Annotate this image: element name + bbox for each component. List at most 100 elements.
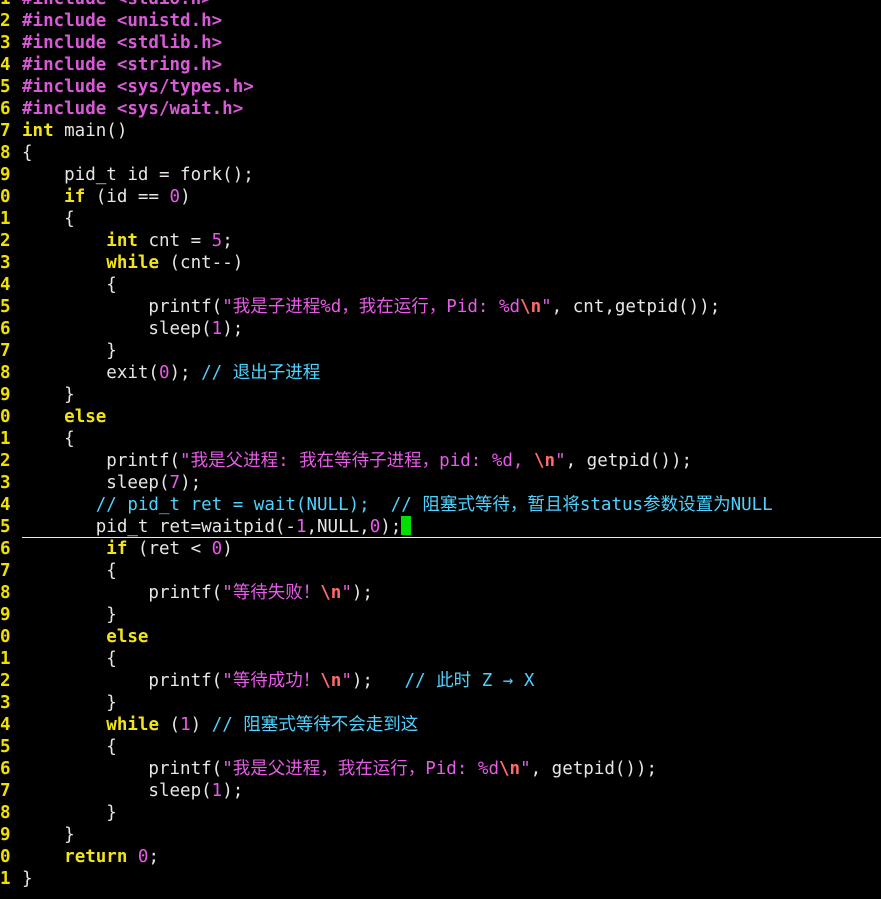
code-line[interactable]: 9 } — [0, 824, 881, 846]
line-number: 5 — [0, 77, 11, 97]
code-content: } — [22, 824, 75, 846]
code-line[interactable]: 6 #include <sys/wait.h> — [0, 98, 881, 120]
code-line[interactable]: 0 else — [0, 406, 881, 428]
code-content: } — [22, 340, 117, 362]
code-line[interactable]: 3 #include <stdlib.h> — [0, 32, 881, 54]
code-line[interactable]: 1 { — [0, 648, 881, 670]
preprocessor-directive: #include <stdlib.h> — [22, 33, 223, 53]
code-text: , getpid()); — [565, 451, 693, 471]
code-content: } — [22, 384, 75, 406]
code-line[interactable]: 1} — [0, 868, 881, 890]
line-number: 0 — [0, 847, 11, 867]
line-number: 7 — [0, 341, 11, 361]
code-line[interactable]: 8 } — [0, 802, 881, 824]
code-line[interactable]: 6 printf("我是父进程，我在运行，Pid: %d\n", getpid(… — [0, 758, 881, 780]
code-line[interactable]: 8{ — [0, 142, 881, 164]
code-line[interactable]: 3 sleep(7); — [0, 472, 881, 494]
code-line[interactable]: 4 // pid_t ret = wait(NULL); // 阻塞式等待，暂且… — [0, 494, 881, 516]
code-line[interactable]: 4 { — [0, 274, 881, 296]
code-line[interactable]: 7 } — [0, 340, 881, 362]
code-content: } — [22, 868, 33, 890]
code-text: ); — [180, 473, 202, 493]
code-line[interactable]: 5 #include <sys/types.h> — [0, 76, 881, 98]
code-text: printf( — [22, 451, 181, 471]
line-number: 4 — [0, 55, 11, 75]
code-text: { — [22, 143, 33, 163]
code-line[interactable]: 0 else — [0, 626, 881, 648]
code-content: sleep(7); — [22, 472, 201, 494]
line-number: 1 — [0, 429, 11, 449]
code-line[interactable]: 8 printf("等待失败！\n"); — [0, 582, 881, 604]
code-text: ); — [351, 671, 405, 691]
code-line[interactable]: 9 } — [0, 604, 881, 626]
keyword: if — [106, 539, 128, 559]
code-line[interactable]: 9 pid_t id = fork(); — [0, 164, 881, 186]
line-number: 9 — [0, 385, 11, 405]
line-number: 8 — [0, 583, 11, 603]
code-text: ) — [190, 715, 212, 735]
code-line[interactable]: 8 exit(0); // 退出子进程 — [0, 362, 881, 384]
line-number: 0 — [0, 407, 11, 427]
keyword: else — [64, 407, 107, 427]
escape-sequence: \n — [320, 671, 342, 691]
code-line[interactable]: 7 sleep(1); — [0, 780, 881, 802]
preprocessor-directive: #include <unistd.h> — [22, 11, 223, 31]
line-number: 0 — [0, 627, 11, 647]
line-number: 3 — [0, 253, 11, 273]
number-literal: 1 — [211, 781, 223, 801]
code-content: { — [22, 560, 117, 582]
code-line[interactable]: 5 printf("我是子进程%d，我在运行，Pid: %d\n", cnt,g… — [0, 296, 881, 318]
code-content: { — [22, 208, 75, 230]
line-number: 2 — [0, 11, 11, 31]
code-content: } — [22, 604, 117, 626]
code-line[interactable]: 5 { — [0, 736, 881, 758]
code-line[interactable]: 1 { — [0, 208, 881, 230]
code-line[interactable]: 1 { — [0, 428, 881, 450]
keyword: int — [106, 231, 138, 251]
code-content: printf("等待失败！\n"); — [22, 582, 373, 604]
code-text: (id == — [85, 187, 170, 207]
code-line[interactable]: 9 } — [0, 384, 881, 406]
code-editor[interactable]: 1#include <stdio.h>2#include <unistd.h>3… — [0, 0, 881, 899]
number-literal: 0 — [369, 517, 381, 537]
code-content: printf("我是子进程%d，我在运行，Pid: %d\n", cnt,get… — [22, 296, 720, 318]
code-line[interactable]: 6 sleep(1); — [0, 318, 881, 340]
code-line[interactable]: 2 printf("等待成功！\n"); // 此时 Z → X — [0, 670, 881, 692]
code-text: { — [22, 561, 117, 581]
code-line[interactable]: 5 pid_t ret=waitpid(-1,NULL,0); — [0, 516, 881, 538]
code-text: ( — [158, 715, 181, 735]
code-content: int cnt = 5; — [22, 230, 232, 252]
number-literal: 7 — [169, 473, 181, 493]
code-line[interactable]: 4 while (1) // 阻塞式等待不会走到这 — [0, 714, 881, 736]
code-line[interactable]: 2 printf("我是父进程: 我在等待子进程，pid: %d, \n", g… — [0, 450, 881, 472]
code-line[interactable]: 3 while (cnt--) — [0, 252, 881, 274]
code-line[interactable]: 7 { — [0, 560, 881, 582]
code-line[interactable]: 3 } — [0, 692, 881, 714]
keyword: while — [106, 253, 159, 273]
code-text: , cnt,getpid()); — [551, 297, 721, 317]
line-number: 6 — [0, 539, 11, 559]
code-line[interactable]: 4 #include <string.h> — [0, 54, 881, 76]
code-line[interactable]: 2 int cnt = 5; — [0, 230, 881, 252]
code-content: while (1) // 阻塞式等待不会走到这 — [22, 714, 418, 736]
line-number: 2 — [0, 671, 11, 691]
code-line[interactable]: 0 return 0; — [0, 846, 881, 868]
code-line[interactable]: 7 int main() — [0, 120, 881, 142]
code-text: (cnt--) — [158, 253, 244, 273]
code-text: { — [22, 275, 117, 295]
code-text: } — [22, 341, 117, 361]
line-number: 6 — [0, 99, 11, 119]
code-content: exit(0); // 退出子进程 — [22, 362, 320, 384]
number-literal: 0 — [137, 847, 149, 867]
keyword: else — [106, 627, 149, 647]
code-content: #include <sys/types.h> — [22, 76, 254, 98]
code-line[interactable]: 2 #include <unistd.h> — [0, 10, 881, 32]
number-literal: 1 — [180, 715, 191, 735]
escape-sequence: \n — [498, 759, 521, 779]
code-text: sleep( — [22, 473, 170, 493]
code-line[interactable]: 1 #include <stdio.h> — [0, 0, 881, 10]
code-line[interactable]: 0 if (id == 0) — [0, 186, 881, 208]
code-line[interactable]: 6 if (ret < 0) — [0, 538, 881, 560]
preprocessor-directive: #include <string.h> — [22, 55, 223, 75]
